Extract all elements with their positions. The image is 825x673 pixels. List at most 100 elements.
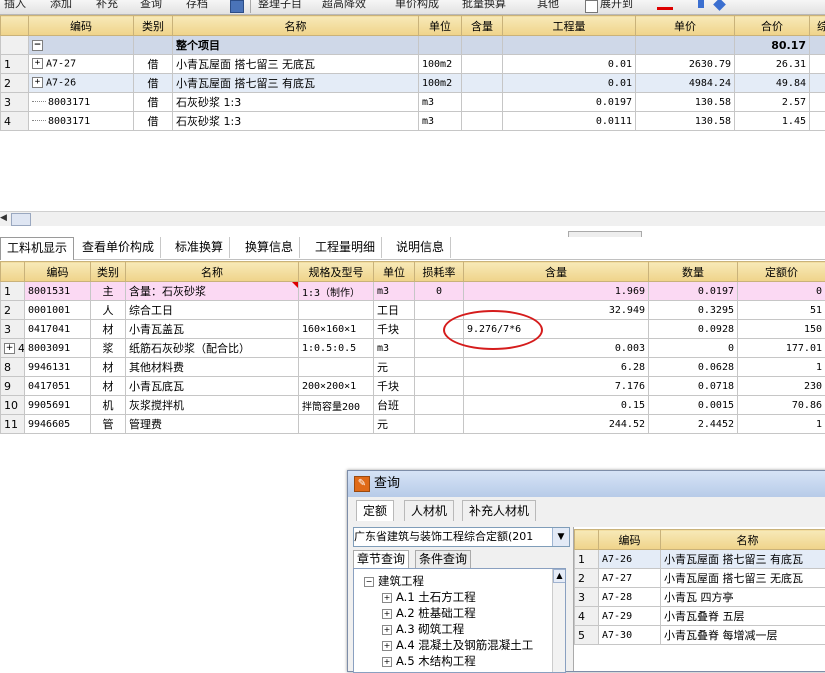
horizontal-scrollbar[interactable]: ◀ [0,211,825,226]
col-code[interactable]: 编码 [599,530,661,550]
col-name[interactable]: 名称 [661,530,825,550]
col-spec[interactable]: 规格及型号 [299,262,374,282]
tree-scrollbar[interactable]: ▲ [552,569,566,672]
arrow-up-icon[interactable] [698,0,704,8]
tab-description[interactable]: 说明信息 [390,237,451,258]
table-row[interactable]: 10 9905691 机 灰浆搅拌机 拌筒容量200 台班 0.15 0.001… [1,396,825,415]
expand-icon[interactable]: + [382,657,392,667]
col-category[interactable]: 类别 [91,262,126,282]
quota-library-select[interactable]: 广东省建筑与装饰工程综合定额(201 ▼ [353,527,570,547]
result-row[interactable]: 5 A7-30 小青瓦叠脊 每增减一层 [575,626,825,645]
add-menu[interactable]: 添加 [50,0,72,11]
col-total[interactable]: 合价 [735,16,810,36]
tree-node[interactable]: +A.3 砌筑工程 [382,621,464,637]
expand-icon[interactable]: + [382,641,392,651]
col-loss-rate[interactable]: 损耗率 [415,262,464,282]
item-grid-header: 编码 类别 名称 单位 含量 工程量 单价 合价 综 [1,16,825,36]
table-row-editing[interactable]: 3 0417041 材 小青瓦盖瓦 160×160×1 千块 9.276/7*6… [1,320,825,339]
col-quantity[interactable]: 工程量 [503,16,636,36]
query-app-icon: ✎ [354,476,370,492]
result-row[interactable]: 4 A7-29 小青瓦叠脊 五层 [575,607,825,626]
item-grid[interactable]: 编码 类别 名称 单位 含量 工程量 单价 合价 综 − 整个项目 80.17 … [0,15,825,131]
scroll-thumb[interactable] [11,213,31,226]
expand-icon [585,0,598,13]
col-content[interactable]: 含量 [462,16,503,36]
col-content[interactable]: 含量 [464,262,649,282]
tree-node[interactable]: +A.1 土石方工程 [382,589,476,605]
result-row[interactable]: 1 A7-26 小青瓦屋面 搭七留三 有底瓦 [575,550,825,569]
tab-condition-query[interactable]: 条件查询 [415,550,471,568]
table-row[interactable]: 9 0417051 材 小青瓦底瓦 200×200×1 千块 7.176 0.0… [1,377,825,396]
collapse-icon[interactable]: − [364,577,374,587]
tree-node[interactable]: +A.5 木结构工程 [382,653,476,669]
tab-supplement-material[interactable]: 补充人材机 [462,500,536,521]
dialog-titlebar[interactable]: ✎ 查询 [348,471,825,497]
collapse-icon[interactable]: − [32,40,43,51]
col-unit-price[interactable]: 单价 [636,16,735,36]
tab-standard-conversion[interactable]: 标准换算 [169,237,230,258]
query-menu[interactable]: 查询 [140,0,162,11]
arrow-down-icon[interactable] [713,0,726,11]
scroll-left-icon[interactable]: ◀ [0,213,10,225]
col-name[interactable]: 名称 [173,16,419,36]
result-panel: 编码 名称 1 A7-26 小青瓦屋面 搭七留三 有底瓦 2 A7-27 小青瓦… [573,527,825,671]
batch-convert-menu[interactable]: 批量换算 [462,0,506,11]
height-reduction-menu[interactable]: 超高降效 [322,0,366,11]
col-name[interactable]: 名称 [126,262,299,282]
result-grid-header: 编码 名称 [575,530,825,550]
col-code[interactable]: 编码 [25,262,91,282]
table-row[interactable]: 2 0001001 人 综合工日 工日 32.949 0.3295 51 [1,301,825,320]
col-category[interactable]: 类别 [134,16,173,36]
table-row[interactable]: 1 +A7-27 借 小青瓦屋面 搭七留三 无底瓦 100m2 0.01 263… [1,55,825,74]
detail-tabs: 工料机显示 查看单价构成 标准换算 换算信息 工程量明细 说明信息 [0,237,825,260]
other-menu[interactable]: 其他 [537,0,559,11]
dialog-title: 查询 [374,471,400,497]
table-row[interactable]: 11 9946605 管 管理费 元 244.52 2.4452 1 [1,415,825,434]
result-grid[interactable]: 编码 名称 1 A7-26 小青瓦屋面 搭七留三 有底瓦 2 A7-27 小青瓦… [574,529,825,645]
group-row[interactable]: − 整个项目 80.17 [1,36,825,55]
tab-conversion-info[interactable]: 换算信息 [239,237,300,258]
tab-quota[interactable]: 定额 [356,500,394,521]
table-row[interactable]: 3 8003171 借 石灰砂浆 1:3 m3 0.0197 130.58 2.… [1,93,825,112]
chevron-down-icon[interactable]: ▼ [552,528,569,546]
tab-quantity-detail[interactable]: 工程量明细 [309,237,382,258]
organize-items-button[interactable]: 整理子目 [258,0,302,11]
comment-marker-icon [292,282,298,288]
supplement-menu[interactable]: 补充 [96,0,118,11]
table-row-selected[interactable]: 2 +A7-26 借 小青瓦屋面 搭七留三 有底瓦 100m2 0.01 498… [1,74,825,93]
result-row[interactable]: 2 A7-27 小青瓦屋面 搭七留三 无底瓦 [575,569,825,588]
tab-chapter-query[interactable]: 章节查询 [353,550,409,568]
col-code[interactable]: 编码 [29,16,134,36]
tab-unit-price-composition[interactable]: 查看单价构成 [76,237,161,258]
expand-icon[interactable]: + [382,593,392,603]
expand-icon[interactable]: + [4,343,15,354]
table-row[interactable]: +4 8003091 浆 纸筋石灰砂浆（配合比） 1:0.5:0.5 m3 0.… [1,339,825,358]
col-unit[interactable]: 单位 [419,16,462,36]
col-quota-price[interactable]: 定额价 [738,262,825,282]
expand-to-menu[interactable]: 展开到 [600,0,633,11]
font-color-icon[interactable] [657,7,673,10]
col-extra[interactable]: 综 [810,16,825,36]
tree-node[interactable]: +A.4 混凝土及钢筋混凝土工 [382,637,533,653]
expand-icon[interactable]: + [32,58,43,69]
expand-icon[interactable]: + [32,77,43,88]
tree-node[interactable]: −建筑工程 [364,573,424,589]
scroll-up-icon[interactable]: ▲ [553,569,566,583]
insert-menu[interactable]: 插入 [4,0,26,11]
table-row[interactable]: 4 8003171 借 石灰砂浆 1:3 m3 0.0111 130.58 1.… [1,112,825,131]
result-row[interactable]: 3 A7-28 小青瓦 四方亭 [575,588,825,607]
table-row[interactable]: 8 9946131 材 其他材料费 元 6.28 0.0628 1 [1,358,825,377]
table-row[interactable]: 1 8001531 主 含量：石灰砂浆 1:3（制作） m3 0 1.969 0… [1,282,825,301]
material-grid[interactable]: 编码 类别 名称 规格及型号 单位 损耗率 含量 数量 定额价 1 800153… [0,261,825,434]
tab-labor-material[interactable]: 人材机 [404,500,454,521]
col-quantity[interactable]: 数量 [649,262,738,282]
grid-icon[interactable] [230,0,244,13]
tree-node[interactable]: +A.2 桩基础工程 [382,605,476,621]
unit-price-menu[interactable]: 单价构成 [395,0,439,11]
expand-icon[interactable]: + [382,625,392,635]
col-unit[interactable]: 单位 [374,262,415,282]
chapter-tree[interactable]: −建筑工程 +A.1 土石方工程 +A.2 桩基础工程 +A.3 砌筑工程 +A… [353,568,566,673]
tab-material-display[interactable]: 工料机显示 [0,237,74,260]
expand-icon[interactable]: + [382,609,392,619]
archive-menu[interactable]: 存档 [186,0,208,11]
